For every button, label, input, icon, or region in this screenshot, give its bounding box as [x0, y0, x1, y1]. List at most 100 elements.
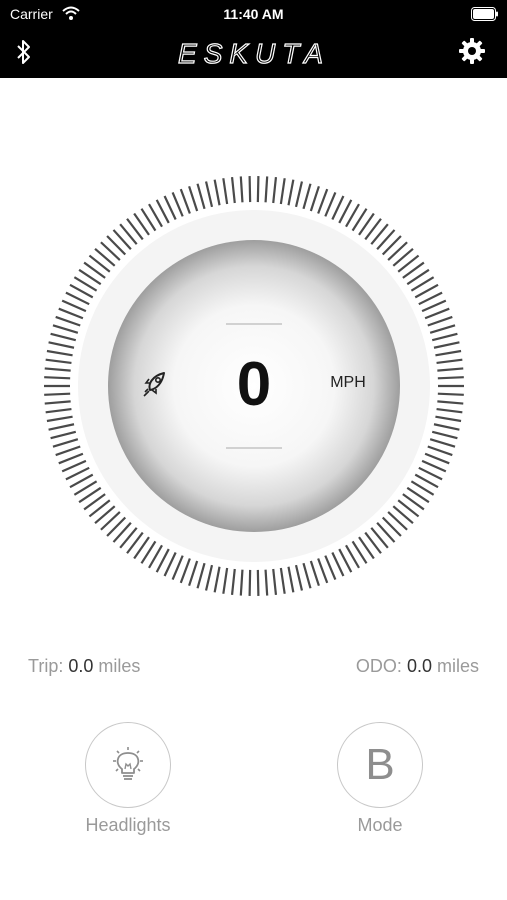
gauge-tick [48, 423, 75, 431]
gauge-tick [179, 188, 191, 214]
gauge-tick [437, 367, 464, 372]
nav-bar: ESKUTA [0, 28, 507, 78]
gauge-tick [287, 566, 295, 593]
gauge-tick [435, 349, 462, 357]
gauge-tick [239, 569, 244, 596]
gauge-tick [45, 407, 72, 414]
gauge-tick [44, 400, 71, 405]
gauge-tick [317, 558, 329, 584]
gauge-tick [435, 415, 462, 423]
gauge-tick [171, 191, 184, 217]
gauge-tick [44, 392, 71, 396]
headlights-label: Headlights [85, 815, 171, 835]
gauge-tick [287, 179, 295, 206]
status-bar: Carrier 11:40 AM [0, 0, 507, 28]
odo-unit: miles [436, 656, 479, 676]
speed-unit: MPH [330, 374, 366, 391]
gauge-tick [302, 562, 312, 589]
gauge-tick [424, 307, 450, 320]
gauge-tick [248, 176, 252, 203]
mode-label: Mode [357, 815, 403, 835]
gauge-tick [61, 299, 87, 313]
gauge-tick [433, 423, 460, 431]
gear-icon[interactable] [459, 38, 485, 69]
gauge-tick [179, 558, 191, 584]
gauge-tick [230, 568, 236, 595]
gauge-tick [188, 185, 199, 212]
gauge-tick [196, 562, 206, 589]
gauge-tick [309, 560, 320, 587]
headlights-button[interactable] [85, 722, 171, 808]
gauge-tick [171, 555, 184, 581]
gauge-tick [55, 445, 81, 457]
gauge-tick [294, 181, 304, 208]
gauge-tick [317, 188, 329, 214]
gauge-tick [437, 400, 464, 405]
gauge-tick [52, 324, 79, 334]
gauge-tick [264, 176, 269, 203]
gauge-tick [437, 376, 464, 380]
odo-label: ODO: [355, 656, 402, 676]
gauge-tick [50, 430, 77, 440]
gauge-tick [437, 392, 464, 396]
gauge-tick [44, 376, 71, 380]
trip-stat: Trip: 0.0 miles [28, 656, 140, 677]
gauge-tick [204, 564, 214, 591]
gauge-tick [213, 566, 221, 593]
gauge-tick [424, 452, 450, 465]
eskuta-logo: ESKUTA [160, 36, 348, 77]
gauge-tick [204, 181, 214, 208]
gauge-tick [55, 315, 81, 327]
trip-value: 0.0 [68, 656, 94, 676]
svg-text:ESKUTA: ESKUTA [178, 38, 330, 69]
gauge-tick [50, 332, 77, 342]
gauge-tick [427, 315, 453, 327]
mode-value: B [365, 740, 395, 789]
gauge-tick [429, 324, 456, 334]
gauge-tick [213, 179, 221, 206]
gauge-tick [52, 438, 79, 448]
odo-value: 0.0 [406, 656, 432, 676]
gauge-tick [272, 177, 278, 204]
gauge-tick [230, 177, 236, 204]
gauge-tick [264, 569, 269, 596]
gauge-tick [196, 183, 206, 210]
gauge-tick [46, 415, 73, 423]
gauge-tick [431, 332, 458, 342]
gauge-tick [256, 569, 260, 596]
gauge-tick [58, 452, 84, 465]
gauge-tick [427, 445, 453, 457]
battery-icon [471, 7, 499, 26]
status-time: 11:40 AM [223, 6, 284, 22]
gauge-tick [222, 567, 229, 594]
speed-value: 0 [236, 350, 272, 419]
gauge-tick [421, 459, 447, 473]
gauge-tick [324, 555, 337, 581]
trip-unit: miles [98, 656, 141, 676]
gauge-tick [44, 367, 71, 372]
gauge-tick [279, 567, 286, 594]
gauge-tick [46, 349, 73, 357]
gauge-tick [429, 438, 456, 448]
gauge-tick [272, 568, 278, 595]
gauge-tick [302, 183, 312, 210]
mode-button[interactable]: B [337, 722, 423, 808]
gauge-tick [248, 569, 252, 596]
bluetooth-icon[interactable] [13, 38, 35, 71]
lightbulb-icon [108, 745, 148, 790]
gauge-tick [222, 178, 229, 205]
gauge-tick [188, 560, 199, 587]
gauge-tick [433, 341, 460, 349]
trip-label: Trip: [28, 656, 64, 676]
gauge-tick [309, 185, 320, 212]
gauge-tick [431, 430, 458, 440]
gauge-tick [48, 341, 75, 349]
gauge-tick [45, 358, 72, 365]
gauge-tick [436, 407, 463, 414]
rocket-icon[interactable] [140, 370, 170, 403]
gauge-tick [294, 564, 304, 591]
gauge-tick [256, 176, 260, 203]
gauge-tick [436, 358, 463, 365]
odo-stat: ODO: 0.0 miles [356, 656, 479, 677]
gauge-tick [61, 459, 87, 473]
